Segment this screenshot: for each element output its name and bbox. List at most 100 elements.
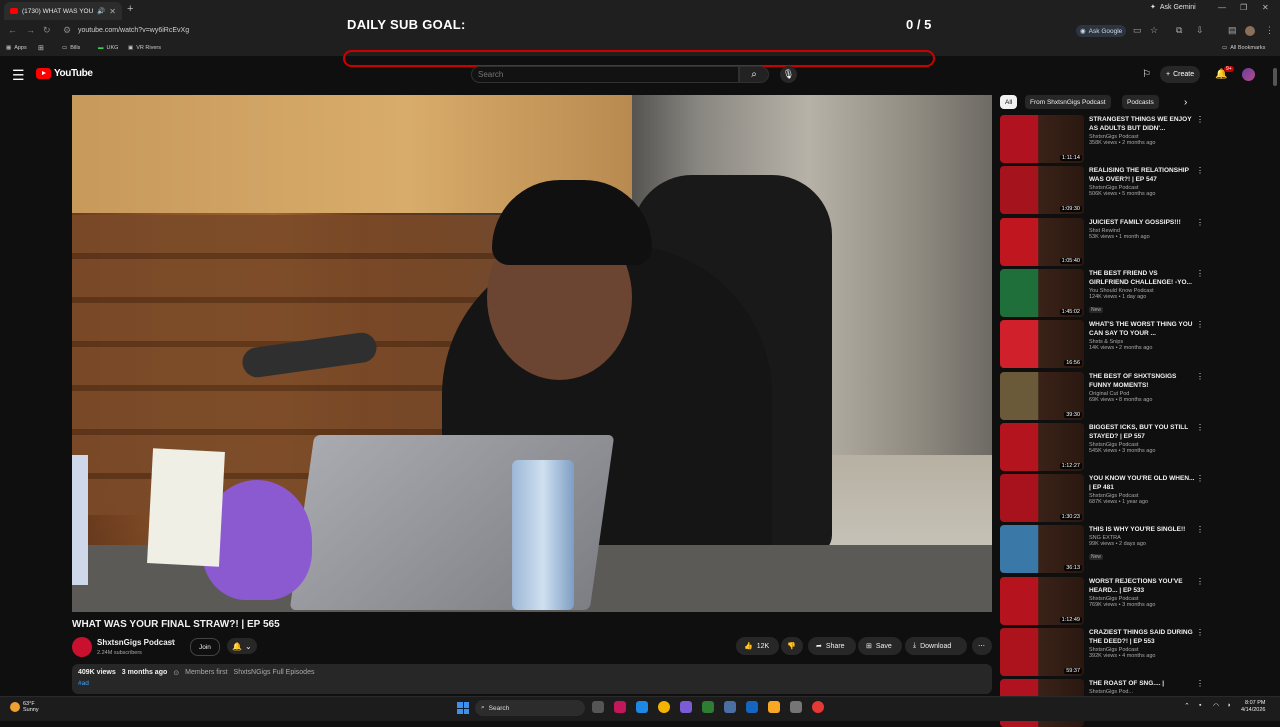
recommendation-item[interactable]: 1:05:40 JUICIEST FAMILY GOSSIPS!!! Shxt Re… xyxy=(1000,217,1204,266)
create-button[interactable]: + Create xyxy=(1160,66,1201,83)
recommendation-item[interactable]: 36:13 THIS IS WHY YOU'RE SINGLE!! SNG EXTR… xyxy=(1000,525,1204,574)
more-options-icon[interactable]: ⋮ xyxy=(1196,474,1204,483)
search-button[interactable]: ⌕ xyxy=(739,66,769,83)
voice-search-button[interactable]: 🎙 xyxy=(780,66,797,83)
recommendation-item[interactable]: 1:30:23 YOU KNOW YOU'RE OLD WHEN... | EP … xyxy=(1000,474,1204,523)
maximize-button[interactable]: ❐ xyxy=(1240,3,1247,12)
xbox-icon[interactable] xyxy=(702,701,714,713)
task-view-icon[interactable] xyxy=(592,701,604,713)
chrome-icon[interactable] xyxy=(658,701,670,713)
volume-icon[interactable]: ◗ xyxy=(1227,702,1231,709)
hamburger-menu-icon[interactable]: ☰ xyxy=(12,67,25,84)
taskbar-search[interactable]: ⌕ Search xyxy=(475,700,585,716)
edge-icon[interactable] xyxy=(636,701,648,713)
download-button[interactable]: ⤓ Download xyxy=(905,637,967,655)
site-info-icon[interactable]: ⚙ xyxy=(63,25,71,36)
system-clock[interactable]: 8:07 PM 4/14/2026 xyxy=(1241,700,1265,714)
close-window-button[interactable]: ✕ xyxy=(1262,3,1269,12)
recommendation-item[interactable]: 1:12:27 BIGGEST ICKS, BUT YOU STILL STAYE… xyxy=(1000,422,1204,471)
share-button[interactable]: ➦ Share xyxy=(808,637,856,655)
app-icon-3[interactable] xyxy=(746,701,758,713)
windows-start-icon[interactable] xyxy=(457,702,469,714)
back-button[interactable]: ← xyxy=(8,25,17,35)
forward-button[interactable]: → xyxy=(26,25,35,35)
recommendation-item[interactable]: 1:09:30 REALISING THE RELATIONSHIP WAS OV… xyxy=(1000,166,1204,215)
subscription-bell-button[interactable]: 🔔 ⌄ xyxy=(227,638,257,654)
new-tab-button[interactable]: + xyxy=(127,3,133,15)
app-icon-2[interactable] xyxy=(680,701,692,713)
more-options-icon[interactable]: ⋮ xyxy=(1196,218,1204,227)
weather-widget[interactable]: 63°F Sunny xyxy=(10,701,39,713)
apps-launcher-icon[interactable]: ⊞ xyxy=(38,44,44,52)
dislike-button[interactable]: 👎 xyxy=(781,637,803,655)
cast-video-icon[interactable]: ⚐ xyxy=(1142,69,1151,80)
more-options-icon[interactable]: ⋮ xyxy=(1196,372,1204,381)
more-actions-button[interactable]: ⋯ xyxy=(972,637,992,655)
bookmark-vr-rivers[interactable]: ▣ VR Rivers xyxy=(128,45,161,51)
reload-button[interactable]: ↻ xyxy=(43,25,51,36)
more-options-icon[interactable]: ⋮ xyxy=(1196,166,1204,175)
more-options-icon[interactable]: ⋮ xyxy=(1196,525,1204,534)
all-bookmarks[interactable]: ▭ All Bookmarks xyxy=(1222,45,1265,51)
recommendation-item[interactable]: 59:37 CRAZIEST THINGS SAID DURING THE DEE… xyxy=(1000,628,1204,676)
file-explorer-icon[interactable] xyxy=(768,701,780,713)
menu-dots-icon[interactable]: ⋮ xyxy=(1265,25,1274,36)
bookmark-bills[interactable]: ▭ Bills xyxy=(62,45,80,51)
recommendation-thumbnail[interactable]: 1:11:14 xyxy=(1000,115,1084,163)
recommendation-thumbnail[interactable]: 36:13 xyxy=(1000,525,1084,574)
more-options-icon[interactable]: ⋮ xyxy=(1196,115,1204,124)
recommendation-item[interactable]: 16:56 WHAT'S THE WORST THING YOU CAN SAY … xyxy=(1000,320,1204,369)
browser-tab[interactable]: (1730) WHAT WAS YOUR F... 🔊 ✕ xyxy=(4,2,122,20)
chip-from-channel[interactable]: From ShxtsnGigs Podcast xyxy=(1025,95,1111,109)
recommendation-item[interactable]: 1:12:49 WORST REJECTIONS YOU'VE HEARD... … xyxy=(1000,576,1204,625)
recommendation-thumbnail[interactable]: 1:45:02 xyxy=(1000,268,1084,317)
recommendation-item[interactable]: 1:45:02 THE BEST FRIEND vs GIRLFRIEND CHA… xyxy=(1000,268,1204,317)
recommendation-thumbnail[interactable]: 1:12:49 xyxy=(1000,576,1084,625)
cast-icon[interactable]: ▭ xyxy=(1133,25,1142,36)
save-button[interactable]: ⊞ Save xyxy=(858,637,902,655)
ask-gemini-button[interactable]: ✦ Ask Gemini xyxy=(1150,3,1196,12)
more-options-icon[interactable]: ⋮ xyxy=(1196,423,1204,432)
minimize-button[interactable]: — xyxy=(1218,3,1226,12)
more-options-icon[interactable]: ⋮ xyxy=(1196,628,1204,637)
playlist-link[interactable]: ShxtsNGigs Full Episodes xyxy=(234,669,315,677)
recommendation-thumbnail[interactable]: 1:12:27 xyxy=(1000,422,1084,471)
recommendation-item[interactable]: 1:11:14 STRANGEST THINGS WE ENJOY AS ADUL… xyxy=(1000,115,1204,163)
recommendation-thumbnail[interactable]: 59:37 xyxy=(1000,628,1084,676)
like-button[interactable]: 👍 12K xyxy=(736,637,779,655)
bookmark-apps[interactable]: ▦ Apps xyxy=(6,45,27,51)
more-options-icon[interactable]: ⋮ xyxy=(1196,577,1204,586)
video-player[interactable] xyxy=(72,95,992,612)
close-tab-icon[interactable]: ✕ xyxy=(109,7,116,16)
chip-podcasts[interactable]: Podcasts xyxy=(1122,95,1159,109)
recommendation-item[interactable]: 39:30 The Best of ShxtsNGigs FUNNY MOMENT… xyxy=(1000,371,1204,420)
youtube-logo[interactable]: YouTube xyxy=(36,68,93,79)
scrollbar-thumb[interactable] xyxy=(1273,68,1277,86)
extensions-icon[interactable]: ⧉ xyxy=(1176,25,1182,36)
steam-icon[interactable] xyxy=(724,701,736,713)
ask-google-button[interactable]: ◉ Ask Google xyxy=(1076,25,1127,37)
chip-all[interactable]: All xyxy=(1000,95,1018,109)
chevron-right-icon[interactable]: › xyxy=(1184,97,1187,108)
wifi-icon[interactable]: ◠ xyxy=(1213,702,1219,710)
recommendation-thumbnail[interactable]: 1:09:30 xyxy=(1000,166,1084,215)
bookmark-ukg[interactable]: ▬ UKG xyxy=(98,45,118,51)
bookmark-star-icon[interactable]: ☆ xyxy=(1150,25,1158,36)
more-options-icon[interactable]: ⋮ xyxy=(1196,269,1204,278)
tray-chevron-icon[interactable]: ⌃ xyxy=(1184,702,1190,710)
app-icon-4[interactable] xyxy=(790,701,802,713)
page-scrollbar[interactable] xyxy=(1272,66,1278,694)
channel-name[interactable]: ShxtsnGigs Podcast xyxy=(97,638,175,647)
recommendation-thumbnail[interactable]: 1:05:40 xyxy=(1000,217,1084,266)
join-button[interactable]: Join xyxy=(190,638,220,656)
sidepanel-icon[interactable]: ▤ xyxy=(1228,25,1237,36)
address-bar[interactable]: youtube.com/watch?v=wy6iRcEvXg xyxy=(78,27,189,34)
more-options-icon[interactable]: ⋮ xyxy=(1196,320,1204,329)
description-hashtag[interactable]: #ad xyxy=(78,680,89,687)
recommendation-thumbnail[interactable]: 39:30 xyxy=(1000,371,1084,420)
app-icon-1[interactable] xyxy=(614,701,626,713)
profile-avatar[interactable] xyxy=(1245,26,1255,36)
audio-icon[interactable]: 🔊 xyxy=(97,7,105,15)
recommendation-thumbnail[interactable]: 1:30:23 xyxy=(1000,474,1084,523)
recommendation-channel[interactable]: ShxtsnGigs Pod... xyxy=(1089,689,1197,695)
